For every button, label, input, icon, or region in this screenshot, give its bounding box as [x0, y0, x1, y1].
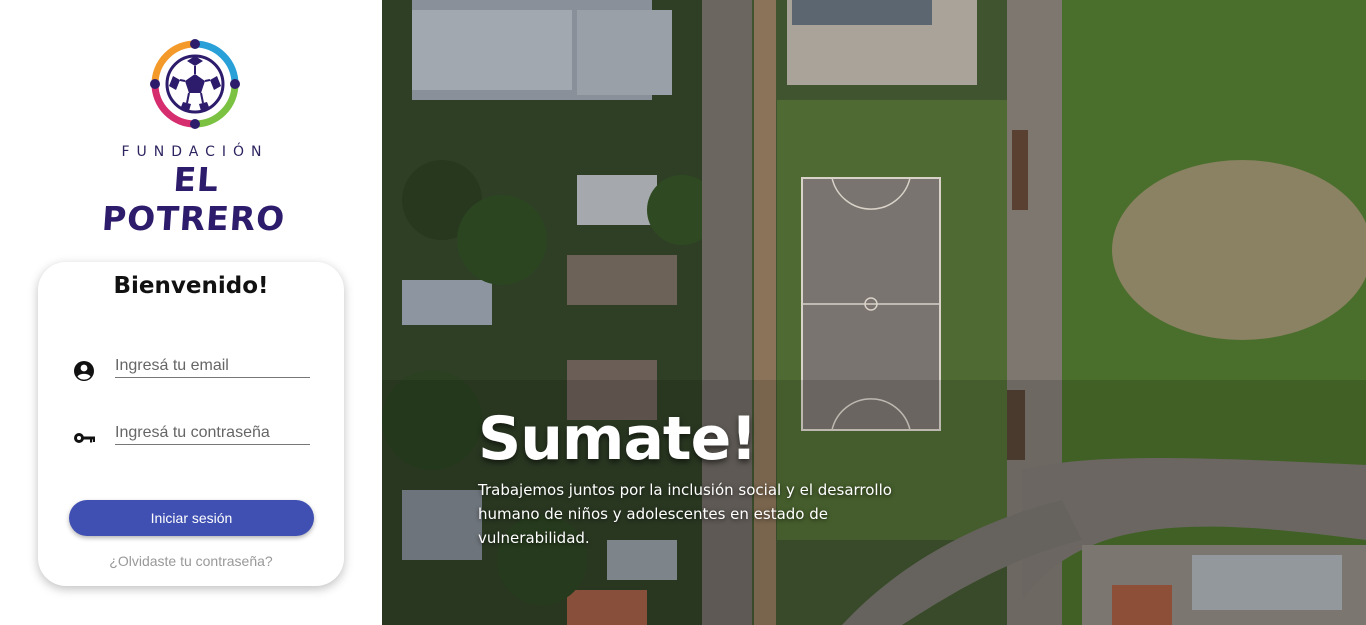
- logo-el-potrero-text: EL POTRERO: [100, 160, 287, 238]
- key-icon: [74, 433, 95, 443]
- hero-tagline: Trabajemos juntos por la inclusión socia…: [478, 481, 892, 547]
- password-field[interactable]: [115, 424, 310, 445]
- logo-fundacion-text: FUNDACIÓN: [121, 144, 269, 160]
- fundacion-el-potrero-logo: FUNDACIÓN EL POTRERO: [95, 30, 295, 238]
- welcome-title: Bienvenido!: [113, 273, 269, 299]
- email-field[interactable]: [115, 357, 310, 378]
- email-input[interactable]: [115, 357, 310, 375]
- hero-aerial-image: Sumate! Trabajemos juntos por la inclusi…: [382, 0, 1366, 625]
- soccer-ball-logo-icon: [150, 39, 240, 129]
- login-panel: FUNDACIÓN EL POTRERO Bienvenido! Iniciar…: [0, 0, 382, 625]
- login-button[interactable]: Iniciar sesión: [69, 500, 314, 536]
- password-input[interactable]: [115, 424, 310, 442]
- hero-headline: Sumate!: [478, 404, 758, 474]
- forgot-password-link[interactable]: ¿Olvidaste tu contraseña?: [38, 553, 344, 569]
- account-circle-icon: [74, 361, 94, 381]
- login-card: Bienvenido! Iniciar sesión ¿Olvidaste tu…: [38, 262, 344, 586]
